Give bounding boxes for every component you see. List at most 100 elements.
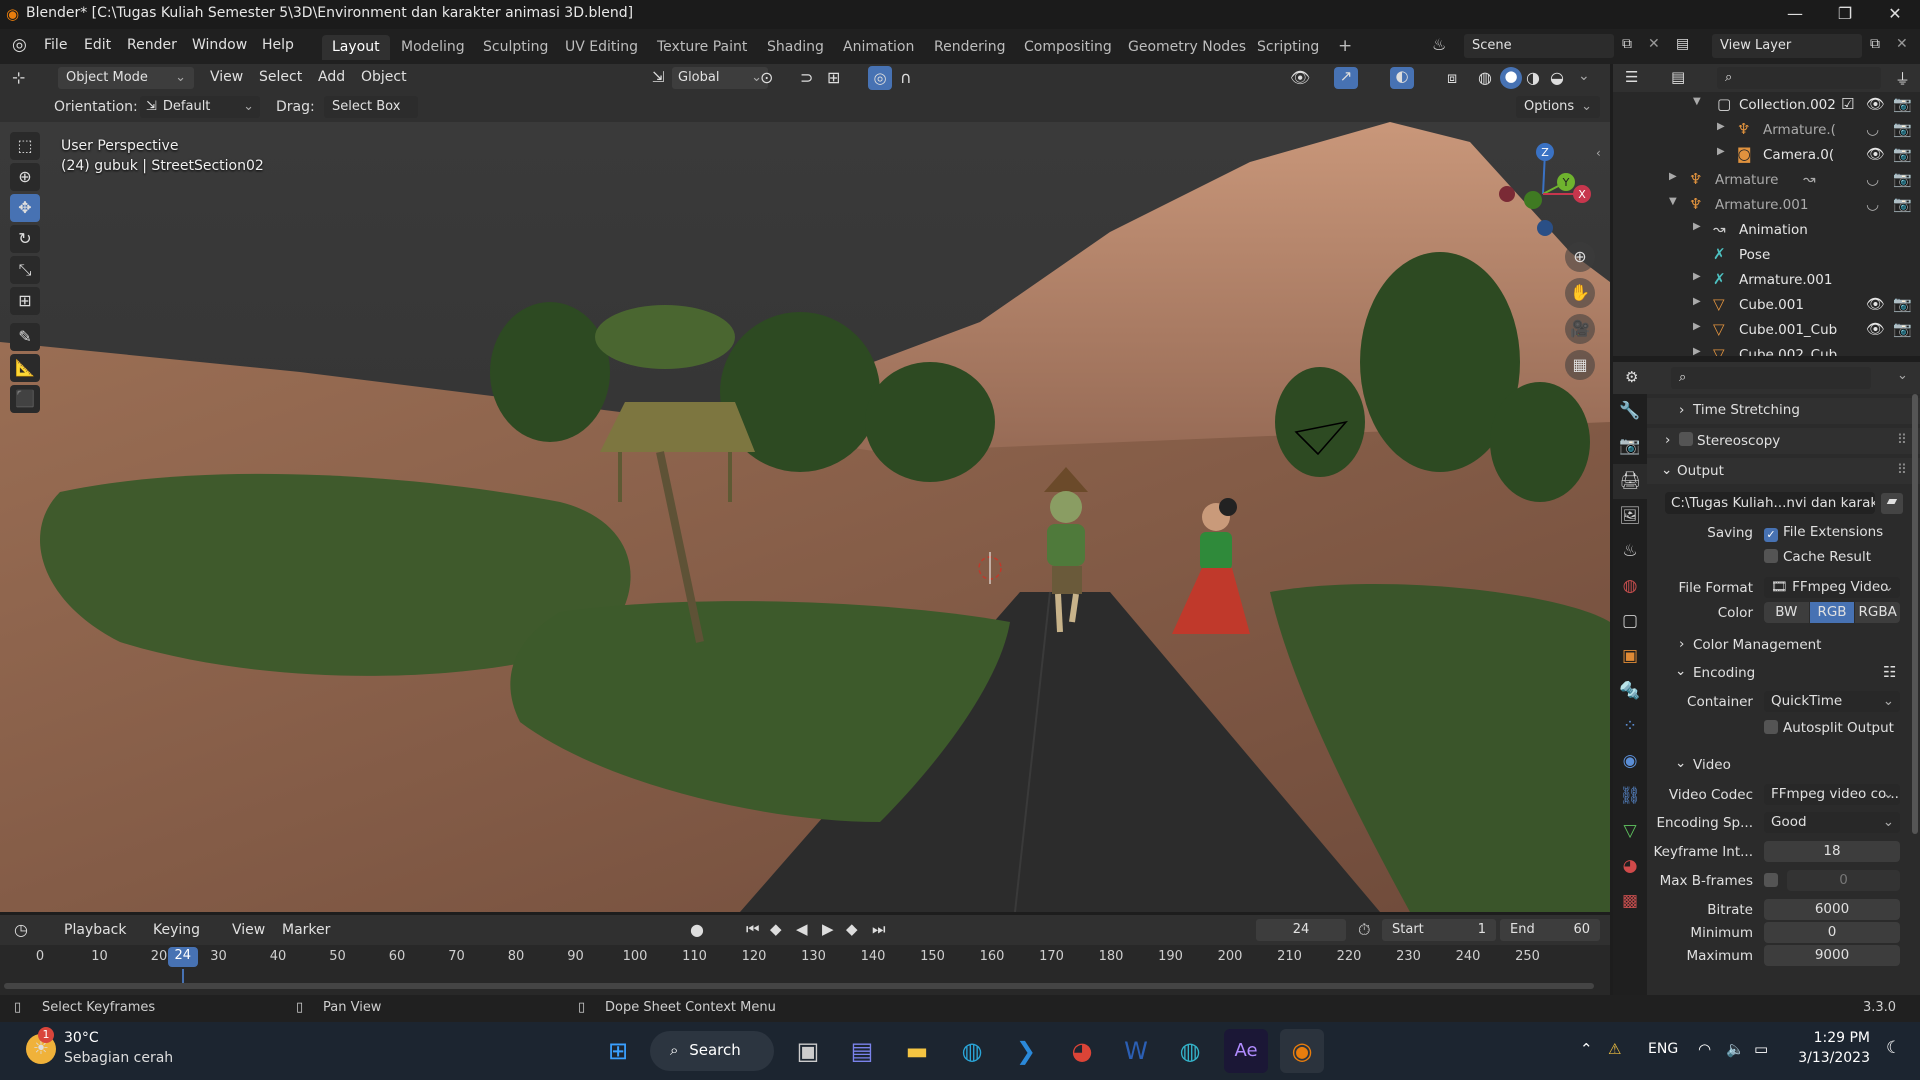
outliner-row[interactable]: ▶ ✗ Armature.001 <box>1613 267 1920 292</box>
eye-closed-icon[interactable]: ◡ <box>1866 170 1879 188</box>
zoom-icon[interactable]: ⊕ <box>1565 242 1595 272</box>
folder-icon[interactable]: ▰ <box>1881 493 1903 514</box>
properties-scrollbar[interactable] <box>1912 394 1918 834</box>
render-camera-icon[interactable]: 📷 <box>1893 145 1912 163</box>
falloff-icon[interactable]: ∩ <box>900 68 912 87</box>
viewport-menu-add[interactable]: Add <box>318 69 345 85</box>
render-camera-icon[interactable]: 📷 <box>1893 95 1912 113</box>
notifications-icon[interactable]: ☾ <box>1886 1038 1901 1058</box>
tab-scripting[interactable]: Scripting <box>1247 35 1329 60</box>
timeline-menu-view[interactable]: View <box>232 922 265 938</box>
navigation-gizmo[interactable]: Z Y X <box>1490 132 1600 242</box>
scene-selector[interactable]: Scene <box>1464 34 1614 58</box>
proportional-editing-icon[interactable]: ◎ <box>868 66 892 90</box>
color-rgb-button[interactable]: RGB <box>1809 602 1855 623</box>
minimum-field[interactable]: 0 <box>1764 922 1900 943</box>
prev-keyframe-icon[interactable]: ◆ <box>770 920 782 938</box>
wireframe-shading-icon[interactable]: ◍ <box>1478 68 1492 87</box>
cache-result-checkbox[interactable]: Cache Result <box>1764 549 1871 565</box>
file-extensions-checkbox[interactable]: ✓ File Extensions <box>1764 524 1883 542</box>
color-rgba-button[interactable]: RGBA <box>1855 602 1901 623</box>
color-bw-button[interactable]: BW <box>1764 602 1809 623</box>
jump-end-icon[interactable]: ⏭ <box>872 920 886 938</box>
play-reverse-icon[interactable]: ◀ <box>796 920 808 938</box>
eye-icon[interactable]: 👁 <box>1866 295 1885 313</box>
eye-icon[interactable]: 👁 <box>1866 145 1885 163</box>
battery-icon[interactable]: ▭ <box>1754 1040 1768 1058</box>
expand-arrow-icon[interactable]: ▶ <box>1693 321 1701 332</box>
scene-icon[interactable]: ♨ <box>1432 35 1446 54</box>
rotate-tool-icon[interactable]: ↻ <box>10 225 40 253</box>
menu-help[interactable]: Help <box>262 37 294 53</box>
shading-options-icon[interactable]: ⌄ <box>1578 68 1590 84</box>
container-dropdown[interactable]: QuickTime ⌄ <box>1764 691 1900 712</box>
solid-shading-icon[interactable]: ● <box>1500 67 1522 89</box>
blender-menu-icon[interactable]: ◎ <box>12 35 27 55</box>
tab-compositing[interactable]: Compositing <box>1014 35 1122 60</box>
rendered-shading-icon[interactable]: ◒ <box>1550 68 1564 87</box>
view-layer-icon[interactable]: ▤ <box>1676 36 1689 52</box>
next-keyframe-icon[interactable]: ◆ <box>846 920 858 938</box>
outliner-row[interactable]: ✗ Pose <box>1613 242 1920 267</box>
expand-arrow-icon[interactable]: ▶ <box>1693 271 1701 282</box>
properties-search[interactable]: ⌕ <box>1671 367 1871 389</box>
preview-range-icon[interactable]: ⏱ <box>1358 920 1370 940</box>
tab-animation[interactable]: Animation <box>833 35 924 60</box>
object-tab-icon[interactable]: ▣ <box>1613 639 1647 674</box>
outliner-row[interactable]: ▶ ▽ Cube.001_Cub 👁 📷 <box>1613 317 1920 342</box>
tray-warning-icon[interactable]: ⚠ <box>1608 1040 1621 1058</box>
output-path-field[interactable]: C:\Tugas Kuliah...nvi dan karaktrr <box>1665 492 1875 514</box>
render-camera-icon[interactable]: 📷 <box>1893 195 1912 213</box>
max-bframes-checkbox[interactable] <box>1764 873 1783 889</box>
weather-description[interactable]: Sebagian cerah <box>64 1050 173 1066</box>
data-tab-icon[interactable]: ▽ <box>1613 814 1647 849</box>
pan-hand-icon[interactable]: ✋ <box>1565 278 1595 308</box>
options-dropdown[interactable]: Options ⌄ <box>1516 96 1600 118</box>
new-view-layer-icon[interactable]: ⧉ <box>1870 36 1880 52</box>
outliner-row[interactable]: ▶ ▽ Cube.002_Cub <box>1613 342 1920 356</box>
maximize-button[interactable]: ❐ <box>1820 0 1870 29</box>
eye-closed-icon[interactable]: ◡ <box>1866 195 1879 213</box>
orientation-selector[interactable]: ⇲ Default ⌄ <box>140 96 260 118</box>
presets-list-icon[interactable]: ☷ <box>1883 663 1896 681</box>
viewport-menu-view[interactable]: View <box>210 69 243 85</box>
snap-target-icon[interactable]: ⊞ <box>827 68 840 87</box>
render-tab-icon[interactable]: 📷 <box>1613 429 1647 464</box>
current-frame-field[interactable]: 24 <box>1256 919 1346 941</box>
drag-selector[interactable]: Select Box ⌄ <box>324 96 418 118</box>
output-tab-icon[interactable]: 🖨 <box>1613 464 1647 499</box>
render-camera-icon[interactable]: 📷 <box>1893 320 1912 338</box>
timeline-ruler[interactable]: 0 10 20 24 30 40 50 60 70 80 90 100 110 120 130 140 150 1… <box>0 945 1610 995</box>
outliner-row[interactable]: ▶ ▽ Cube.001 👁 📷 <box>1613 292 1920 317</box>
outliner-search[interactable]: ⌕ <box>1717 67 1881 89</box>
snap-icon[interactable]: ⊃ <box>800 68 813 87</box>
menu-render[interactable]: Render <box>127 37 177 53</box>
mode-selector[interactable]: Object Mode ⌄ <box>58 67 194 89</box>
timeline-editor-icon[interactable]: ◷ <box>14 920 28 939</box>
tab-modeling[interactable]: Modeling <box>391 35 475 60</box>
overlays-toggle-icon[interactable]: ◐ <box>1390 67 1414 89</box>
panel-video[interactable]: ⌄ Video <box>1647 754 1920 776</box>
start-frame-field[interactable]: Start 1 <box>1382 919 1496 941</box>
modifier-tab-icon[interactable]: 🔩 <box>1613 674 1647 709</box>
select-box-tool-icon[interactable]: ⬚ <box>10 132 40 160</box>
menu-file[interactable]: File <box>44 37 67 53</box>
expand-arrow-icon[interactable]: ▶ <box>1693 221 1701 232</box>
expand-arrow-icon[interactable]: ▶ <box>1669 171 1677 182</box>
edge-icon[interactable]: ◍ <box>950 1029 994 1073</box>
outliner-row[interactable]: ▼ ▢ Collection.002 ☑ 👁 📷 <box>1613 92 1920 117</box>
3d-viewport[interactable]: Z Y X <box>0 122 1610 912</box>
measure-tool-icon[interactable]: 📐 <box>10 354 40 382</box>
encoding-speed-dropdown[interactable]: Good ⌄ <box>1764 812 1900 833</box>
viewport-menu-select[interactable]: Select <box>259 69 302 85</box>
play-icon[interactable]: ▶ <box>822 920 834 938</box>
weather-temperature[interactable]: 30°C <box>64 1030 99 1046</box>
timeline-scrollbar[interactable] <box>4 983 1594 989</box>
tab-uv-editing[interactable]: UV Editing <box>555 35 648 60</box>
xray-icon[interactable]: ⧈ <box>1447 68 1457 88</box>
collapse-arrow-icon[interactable]: ▼ <box>1693 96 1701 107</box>
pivot-point-icon[interactable]: ⊙ <box>760 68 773 87</box>
vscode-icon[interactable]: ❯ <box>1004 1029 1048 1073</box>
chevron-down-icon[interactable]: ⌄ <box>1897 368 1908 383</box>
annotate-tool-icon[interactable]: ✎ <box>10 323 40 351</box>
